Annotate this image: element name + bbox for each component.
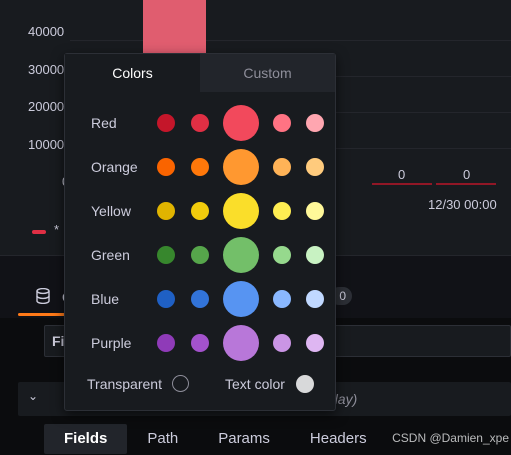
query-field-label: Fi (52, 333, 65, 349)
color-swatch-green-3[interactable] (223, 237, 259, 273)
color-swatch-purple-2[interactable] (191, 334, 209, 352)
color-swatch-purple-3[interactable] (223, 325, 259, 361)
color-row-orange: Orange (65, 147, 337, 187)
color-row-purple: Purple (65, 323, 337, 363)
transparent-label: Transparent (87, 376, 162, 392)
chevron-down-icon[interactable]: ⌄ (28, 389, 38, 403)
color-row-label: Red (91, 115, 117, 131)
color-picker-tabs: Colors Custom (65, 54, 335, 92)
y-tick-label: 40000 (28, 24, 65, 39)
query-subtabs: Fields Path Params Headers (44, 422, 387, 455)
color-row-green: Green (65, 235, 337, 275)
color-swatch-red-2[interactable] (191, 114, 209, 132)
color-swatch-red-4[interactable] (273, 114, 291, 132)
color-swatch-green-2[interactable] (191, 246, 209, 264)
color-swatch-purple-5[interactable] (306, 334, 324, 352)
data-label: 0 (463, 167, 471, 182)
color-swatch-green-4[interactable] (273, 246, 291, 264)
color-swatch-blue-5[interactable] (306, 290, 324, 308)
color-swatch-red-3[interactable] (223, 105, 259, 141)
color-swatch-green-5[interactable] (306, 246, 324, 264)
color-row-label: Purple (91, 335, 132, 351)
color-swatch-blue-1[interactable] (157, 290, 175, 308)
bar-series-1[interactable] (143, 0, 206, 58)
color-swatch-orange-1[interactable] (157, 158, 175, 176)
tab-params[interactable]: Params (198, 424, 290, 454)
color-row-yellow: Yellow (65, 191, 337, 231)
color-swatch-yellow-3[interactable] (223, 193, 259, 229)
color-swatch-blue-3[interactable] (223, 281, 259, 317)
color-row-label: Orange (91, 159, 138, 175)
watermark: CSDN @Damien_xpe (392, 431, 509, 445)
text-color-swatch[interactable] (296, 375, 314, 393)
color-swatch-orange-2[interactable] (191, 158, 209, 176)
color-picker-popover: Colors Custom Red Orange Yellow Green Blue Pu… (64, 53, 336, 411)
color-swatch-orange-5[interactable] (306, 158, 324, 176)
x-tick-label: 12/30 00:00 (428, 197, 497, 212)
color-swatch-yellow-2[interactable] (191, 202, 209, 220)
legend-label[interactable]: * (54, 222, 59, 237)
color-swatch-orange-3[interactable] (223, 149, 259, 185)
database-icon (36, 288, 50, 304)
tab-fields[interactable]: Fields (44, 423, 128, 454)
tab-colors[interactable]: Colors (65, 54, 200, 92)
color-row-blue: Blue (65, 279, 337, 319)
color-row-red: Red (65, 103, 337, 143)
color-swatch-blue-2[interactable] (191, 290, 209, 308)
series-line (436, 183, 496, 185)
color-swatch-yellow-4[interactable] (273, 202, 291, 220)
color-swatch-blue-4[interactable] (273, 290, 291, 308)
legend-color-swatch[interactable] (32, 230, 46, 234)
transparent-swatch[interactable] (172, 375, 189, 392)
gridline (70, 40, 511, 41)
color-swatch-purple-1[interactable] (157, 334, 175, 352)
tab-headers[interactable]: Headers (290, 424, 387, 454)
color-swatch-red-1[interactable] (157, 114, 175, 132)
color-swatch-green-1[interactable] (157, 246, 175, 264)
color-row-label: Blue (91, 291, 120, 307)
picker-footer: Transparent Text color (65, 372, 337, 396)
text-color-label: Text color (225, 376, 285, 392)
color-row-label: Yellow (91, 203, 131, 219)
tab-custom[interactable]: Custom (200, 54, 335, 92)
color-swatch-yellow-1[interactable] (157, 202, 175, 220)
color-swatch-red-5[interactable] (306, 114, 324, 132)
tab-path[interactable]: Path (127, 424, 198, 454)
color-swatch-yellow-5[interactable] (306, 202, 324, 220)
data-label: 0 (398, 167, 406, 182)
color-swatch-orange-4[interactable] (273, 158, 291, 176)
active-tab-indicator (18, 313, 66, 316)
series-line (372, 183, 432, 185)
color-swatch-purple-4[interactable] (273, 334, 291, 352)
color-row-label: Green (91, 247, 130, 263)
